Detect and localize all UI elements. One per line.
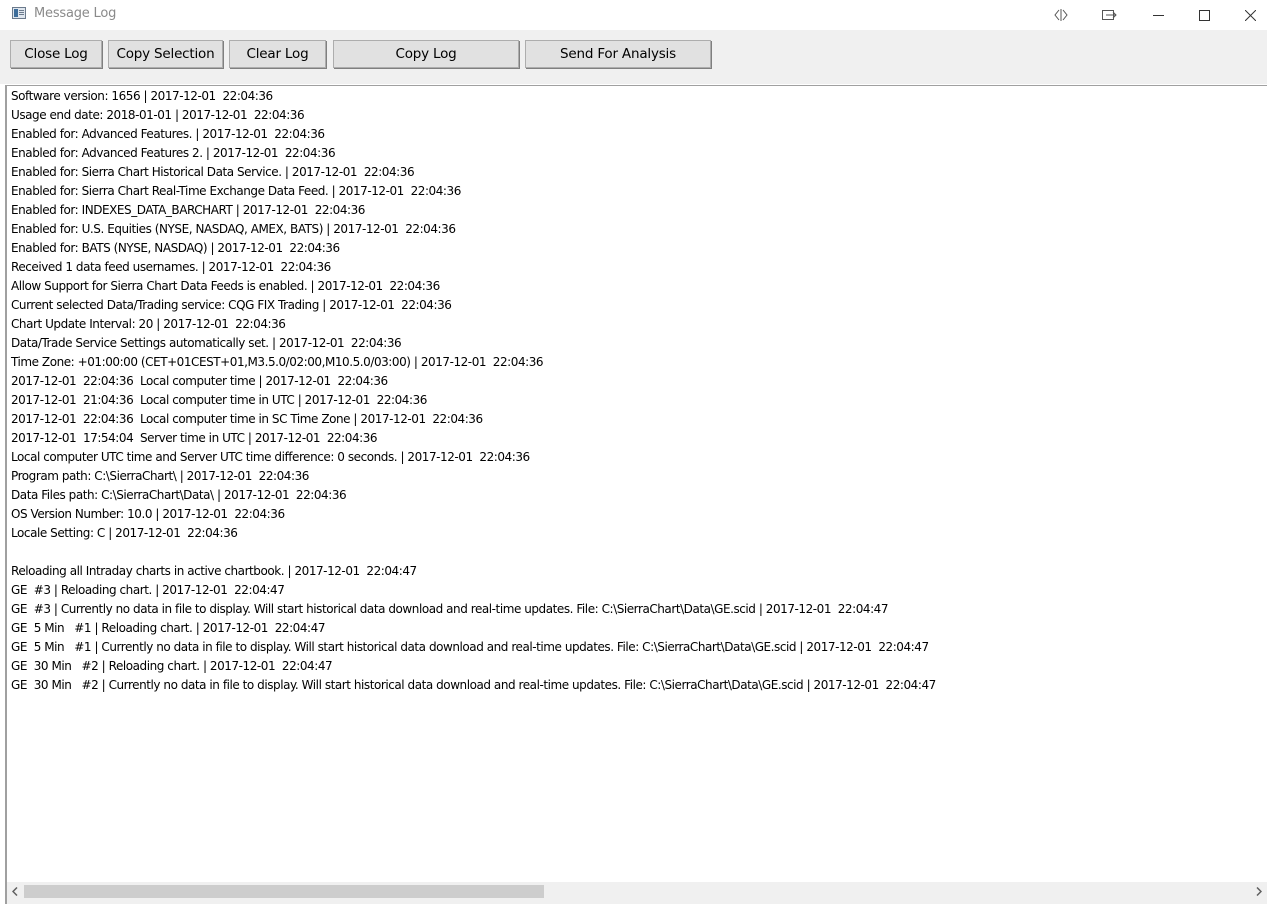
title-bar[interactable]: Message Log bbox=[0, 0, 1267, 30]
log-line: Enabled for: Sierra Chart Historical Dat… bbox=[11, 165, 415, 179]
copy-selection-button[interactable]: Copy Selection bbox=[108, 40, 223, 68]
log-line: Enabled for: BATS (NYSE, NASDAQ) | 2017-… bbox=[11, 241, 340, 255]
log-line: Reloading all Intraday charts in active … bbox=[11, 564, 417, 578]
toolbar: Close Log Copy Selection Clear Log Copy … bbox=[0, 30, 1267, 84]
pin-window-icon[interactable] bbox=[1086, 0, 1132, 30]
log-line: 2017-12-01 22:04:36 Local computer time … bbox=[11, 374, 388, 388]
log-line: GE #3 | Currently no data in file to dis… bbox=[11, 602, 889, 616]
scroll-right-icon[interactable] bbox=[1251, 882, 1267, 901]
log-line: Data/Trade Service Settings automaticall… bbox=[11, 336, 402, 350]
log-line: Enabled for: INDEXES_DATA_BARCHART | 201… bbox=[11, 203, 365, 217]
log-line: GE #3 | Reloading chart. | 2017-12-01 22… bbox=[11, 583, 285, 597]
app-window-icon bbox=[12, 7, 26, 19]
copy-log-button[interactable]: Copy Log bbox=[333, 40, 519, 68]
log-lines: Software version: 1656 | 2017-12-01 22:0… bbox=[11, 87, 936, 695]
horizontal-scrollbar[interactable] bbox=[5, 882, 1267, 901]
message-log-text-area[interactable]: Software version: 1656 | 2017-12-01 22:0… bbox=[5, 85, 1267, 882]
minimize-icon[interactable] bbox=[1135, 0, 1181, 30]
scroll-left-icon[interactable] bbox=[7, 882, 23, 901]
log-line: 2017-12-01 21:04:36 Local computer time … bbox=[11, 393, 427, 407]
log-line: 2017-12-01 22:04:36 Local computer time … bbox=[11, 412, 483, 426]
log-line: Locale Setting: C | 2017-12-01 22:04:36 bbox=[11, 526, 238, 540]
log-line: Enabled for: Sierra Chart Real-Time Exch… bbox=[11, 184, 461, 198]
log-line: GE 30 Min #2 | Reloading chart. | 2017-1… bbox=[11, 659, 333, 673]
log-line: Usage end date: 2018-01-01 | 2017-12-01 … bbox=[11, 108, 305, 122]
log-line: GE 5 Min #1 | Currently no data in file … bbox=[11, 640, 929, 654]
log-line: Enabled for: Advanced Features 2. | 2017… bbox=[11, 146, 336, 160]
log-line: Data Files path: C:\SierraChart\Data\ | … bbox=[11, 488, 347, 502]
scrollbar-thumb[interactable] bbox=[24, 885, 544, 898]
maximize-icon[interactable] bbox=[1181, 0, 1227, 30]
send-for-analysis-button[interactable]: Send For Analysis bbox=[525, 40, 711, 68]
log-line: Chart Update Interval: 20 | 2017-12-01 2… bbox=[11, 317, 286, 331]
log-line: Current selected Data/Trading service: C… bbox=[11, 298, 452, 312]
clear-log-button[interactable]: Clear Log bbox=[229, 40, 326, 68]
log-line: GE 30 Min #2 | Currently no data in file… bbox=[11, 678, 936, 692]
log-line: Allow Support for Sierra Chart Data Feed… bbox=[11, 279, 440, 293]
log-line: Received 1 data feed usernames. | 2017-1… bbox=[11, 260, 331, 274]
log-line: Software version: 1656 | 2017-12-01 22:0… bbox=[11, 89, 273, 103]
log-line: Enabled for: Advanced Features. | 2017-1… bbox=[11, 127, 325, 141]
log-line: 2017-12-01 17:54:04 Server time in UTC |… bbox=[11, 431, 378, 445]
window-title: Message Log bbox=[34, 6, 117, 21]
snap-layout-icon[interactable] bbox=[1038, 0, 1084, 30]
log-line bbox=[11, 543, 936, 562]
log-line: OS Version Number: 10.0 | 2017-12-01 22:… bbox=[11, 507, 285, 521]
log-line: Program path: C:\SierraChart\ | 2017-12-… bbox=[11, 469, 309, 483]
message-log-window: Message Log Close Log Copy Selection Cle… bbox=[0, 0, 1267, 904]
log-line: Time Zone: +01:00:00 (CET+01CEST+01,M3.5… bbox=[11, 355, 544, 369]
log-line: Local computer UTC time and Server UTC t… bbox=[11, 450, 530, 464]
log-line: Enabled for: U.S. Equities (NYSE, NASDAQ… bbox=[11, 222, 456, 236]
close-log-button[interactable]: Close Log bbox=[10, 40, 102, 68]
log-line: GE 5 Min #1 | Reloading chart. | 2017-12… bbox=[11, 621, 325, 635]
close-icon[interactable] bbox=[1227, 0, 1267, 30]
